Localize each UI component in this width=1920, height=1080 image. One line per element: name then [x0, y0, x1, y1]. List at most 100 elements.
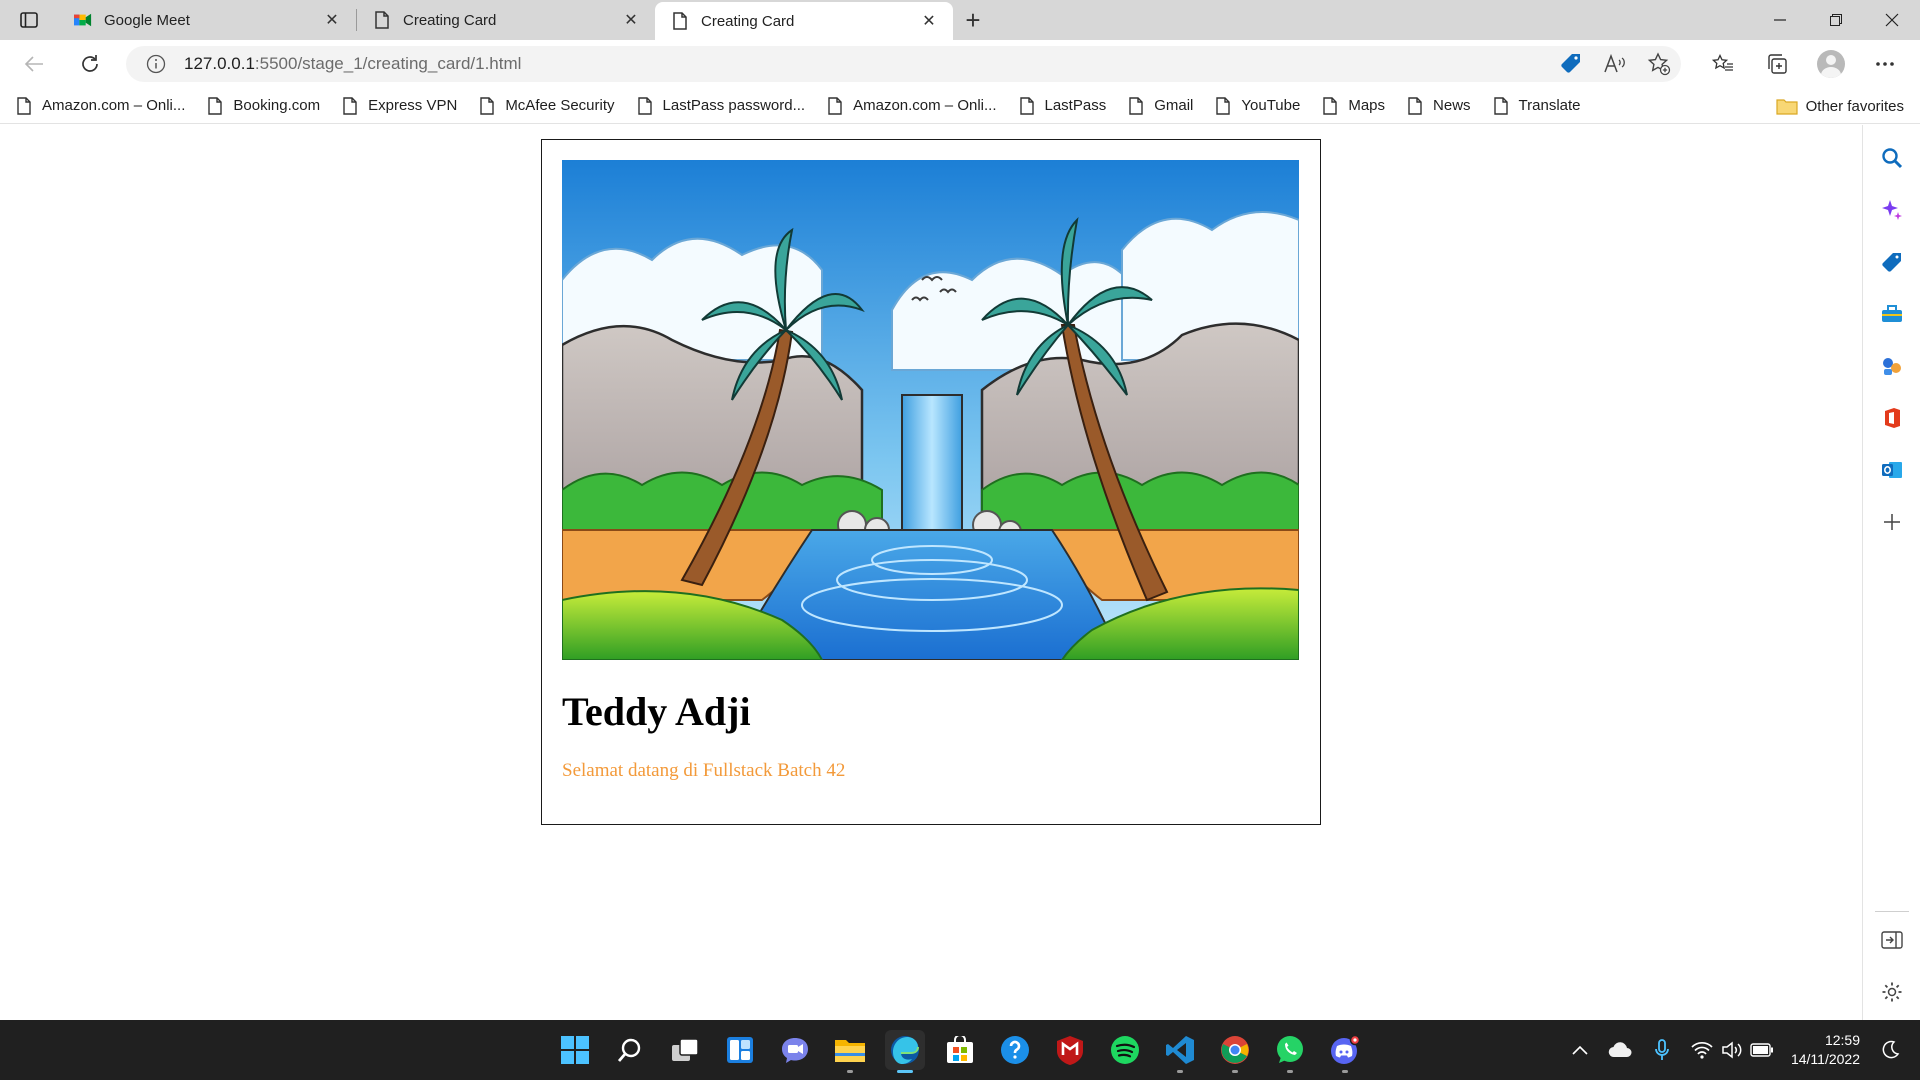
favorite-label: Amazon.com – Onli... [42, 97, 186, 114]
edge-button[interactable] [885, 1030, 925, 1073]
favorite-item[interactable]: Gmail [1128, 96, 1194, 115]
clock[interactable]: 12:59 14/11/2022 [1791, 1031, 1860, 1069]
card-image [562, 160, 1299, 660]
page-icon [480, 96, 495, 115]
tab-creating-card-2[interactable]: Creating Card ✕ [655, 2, 953, 40]
chrome-icon [1221, 1036, 1249, 1064]
battery-button[interactable] [1747, 1035, 1777, 1065]
other-favorites[interactable]: Other favorites [1776, 88, 1904, 124]
favorite-item[interactable]: Express VPN [342, 96, 458, 115]
favorites-button[interactable] [1702, 46, 1744, 82]
games-icon [1883, 358, 1901, 375]
window-controls [1752, 0, 1920, 40]
favorite-label: LastPass [1044, 97, 1107, 114]
favorite-item[interactable]: Translate [1493, 96, 1581, 115]
sidebar-tools-button[interactable] [1877, 299, 1907, 329]
profile-button[interactable] [1810, 46, 1852, 82]
sidebar-outlook-button[interactable] [1877, 455, 1907, 485]
favorite-label: Express VPN [368, 97, 458, 114]
favorite-item[interactable]: Maps [1322, 96, 1385, 115]
widgets-button[interactable] [720, 1030, 760, 1070]
shopping-tag-button[interactable] [1557, 50, 1585, 78]
do-not-disturb-icon [1882, 1040, 1900, 1059]
new-tab-button[interactable]: + [953, 0, 993, 40]
info-icon[interactable] [146, 54, 166, 74]
vscode-button[interactable] [1160, 1030, 1200, 1073]
taskbar-search-button[interactable] [610, 1030, 650, 1070]
sidebar-shopping-button[interactable] [1877, 247, 1907, 277]
favorite-item[interactable]: McAfee Security [479, 96, 615, 115]
chrome-button[interactable] [1215, 1030, 1255, 1073]
page-icon [1323, 96, 1338, 115]
wifi-icon [1691, 1041, 1713, 1059]
notifications-button[interactable] [1876, 1035, 1906, 1065]
help-button[interactable] [995, 1030, 1035, 1070]
favorite-item[interactable]: LastPass [1019, 96, 1107, 115]
volume-button[interactable] [1717, 1035, 1747, 1065]
refresh-button[interactable] [68, 46, 112, 82]
discord-icon [1331, 1035, 1361, 1064]
onedrive-button[interactable] [1605, 1035, 1635, 1065]
google-meet-icon [74, 11, 92, 29]
address-bar[interactable]: 127.0.0.1:5500/stage_1/creating_card/1.h… [126, 46, 1681, 82]
page-icon [1216, 96, 1231, 115]
task-view-button[interactable] [665, 1030, 705, 1070]
microphone-button[interactable] [1647, 1035, 1677, 1065]
sidebar-add-button[interactable] [1877, 507, 1907, 537]
network-button[interactable] [1687, 1035, 1717, 1065]
chat-button[interactable] [775, 1030, 815, 1070]
mcafee-button[interactable] [1050, 1030, 1090, 1070]
more-icon [1876, 62, 1894, 66]
favorite-item[interactable]: Booking.com [207, 96, 320, 115]
restore-button[interactable] [1808, 0, 1864, 40]
minimize-button[interactable] [1752, 0, 1808, 40]
whatsapp-button[interactable] [1270, 1030, 1310, 1073]
favorite-item[interactable]: LastPass password... [637, 96, 805, 115]
sidebar-search-button[interactable] [1877, 143, 1907, 173]
hide-sidebar-icon [1881, 931, 1903, 949]
file-explorer-button[interactable] [830, 1030, 870, 1073]
spotify-button[interactable] [1105, 1030, 1145, 1070]
close-icon[interactable]: ✕ [919, 11, 939, 31]
collections-icon [1768, 54, 1787, 74]
sidebar-discover-button[interactable] [1877, 195, 1907, 225]
battery-icon [1750, 1043, 1773, 1057]
close-icon[interactable]: ✕ [322, 10, 342, 30]
running-indicator [1287, 1070, 1293, 1073]
favorite-item[interactable]: Amazon.com – Onli... [16, 96, 186, 115]
settings-menu-button[interactable] [1864, 46, 1906, 82]
favorite-label: Gmail [1154, 97, 1194, 114]
sidebar-office-button[interactable] [1877, 403, 1907, 433]
favorite-item[interactable]: Amazon.com – Onli... [827, 96, 997, 115]
toolbar-actions [1702, 40, 1906, 88]
read-aloud-button[interactable] [1601, 50, 1629, 78]
whatsapp-icon [1277, 1036, 1303, 1063]
store-button[interactable] [940, 1030, 980, 1070]
sidebar-games-button[interactable] [1877, 351, 1907, 381]
sidebar-hide-button[interactable] [1877, 925, 1907, 955]
page-icon [1493, 96, 1508, 115]
tab-actions-button[interactable] [0, 0, 58, 40]
add-favorite-button[interactable] [1645, 50, 1673, 78]
start-button[interactable] [555, 1030, 595, 1070]
restore-icon [1830, 14, 1842, 26]
page-icon [373, 11, 391, 29]
show-hidden-icons-button[interactable] [1565, 1035, 1595, 1065]
spotify-icon [1111, 1036, 1139, 1064]
favorite-label: Amazon.com – Onli... [853, 97, 997, 114]
close-icon[interactable]: ✕ [621, 10, 641, 30]
favorite-item[interactable]: YouTube [1215, 96, 1301, 115]
back-button[interactable] [12, 46, 56, 82]
tab-google-meet[interactable]: Google Meet ✕ [58, 0, 356, 40]
sidebar-settings-button[interactable] [1877, 977, 1907, 1007]
favorite-item[interactable]: News [1407, 96, 1471, 115]
favorite-label: YouTube [1241, 97, 1301, 114]
plus-icon [1884, 514, 1900, 530]
discord-button[interactable] [1325, 1030, 1365, 1073]
close-window-button[interactable] [1864, 0, 1920, 40]
tab-creating-card-1[interactable]: Creating Card ✕ [357, 0, 655, 40]
favorite-label: McAfee Security [505, 97, 615, 114]
collections-button[interactable] [1756, 46, 1798, 82]
edge-icon [891, 1036, 919, 1064]
star-add-icon [1647, 52, 1671, 76]
